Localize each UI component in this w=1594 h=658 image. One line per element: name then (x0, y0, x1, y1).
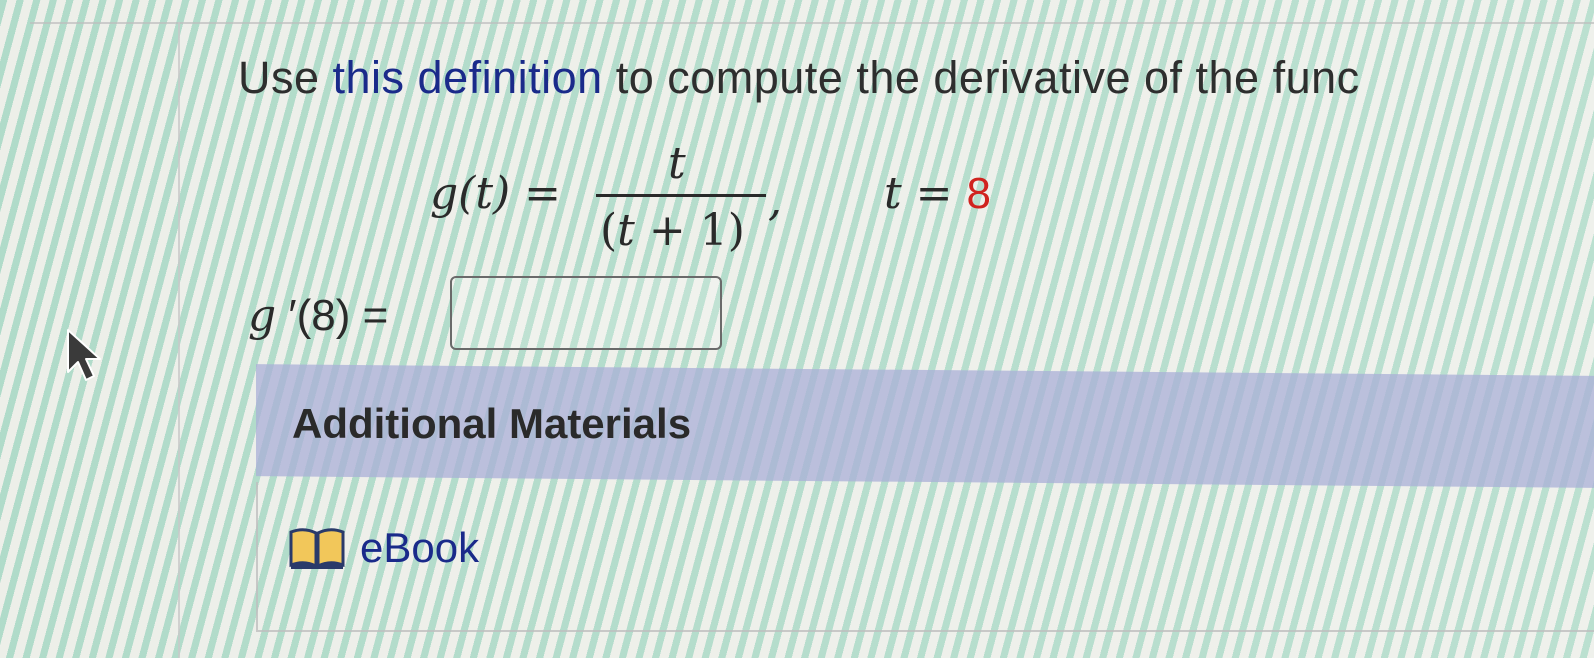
fraction-bar (596, 194, 766, 197)
derivative-function-name: g (248, 290, 277, 341)
book-icon (289, 528, 345, 569)
prompt-text-end: to compute the derivative of the func (602, 52, 1360, 103)
prompt-text-start: Use (238, 52, 333, 103)
ebook-label: eBook (360, 524, 480, 571)
definition-link[interactable]: this definition (333, 52, 603, 103)
function-lhs: g(t) = (430, 168, 562, 219)
ebook-link[interactable]: eBook (288, 524, 479, 572)
denominator-variable: t (617, 205, 635, 256)
answer-input[interactable] (450, 276, 722, 350)
evaluation-point: t = 8 (884, 168, 991, 219)
evaluation-variable: t = (884, 168, 953, 219)
fraction-numerator: t (668, 138, 686, 189)
top-divider (30, 0, 1594, 24)
question-prompt: Use this definition to compute the deriv… (238, 52, 1360, 104)
evaluation-value: 8 (966, 169, 992, 218)
denominator-open-paren: ( (600, 205, 618, 256)
additional-materials-title: Additional Materials (292, 400, 692, 447)
fraction-denominator: (t + 1) (600, 205, 745, 256)
equation-comma: , (768, 175, 782, 226)
arrow-cursor-icon (67, 329, 101, 381)
denominator-rest: + 1) (634, 205, 745, 256)
derivative-label-rest: ′(8) = (276, 291, 389, 340)
derivative-label: g ′(8) = (248, 290, 388, 341)
